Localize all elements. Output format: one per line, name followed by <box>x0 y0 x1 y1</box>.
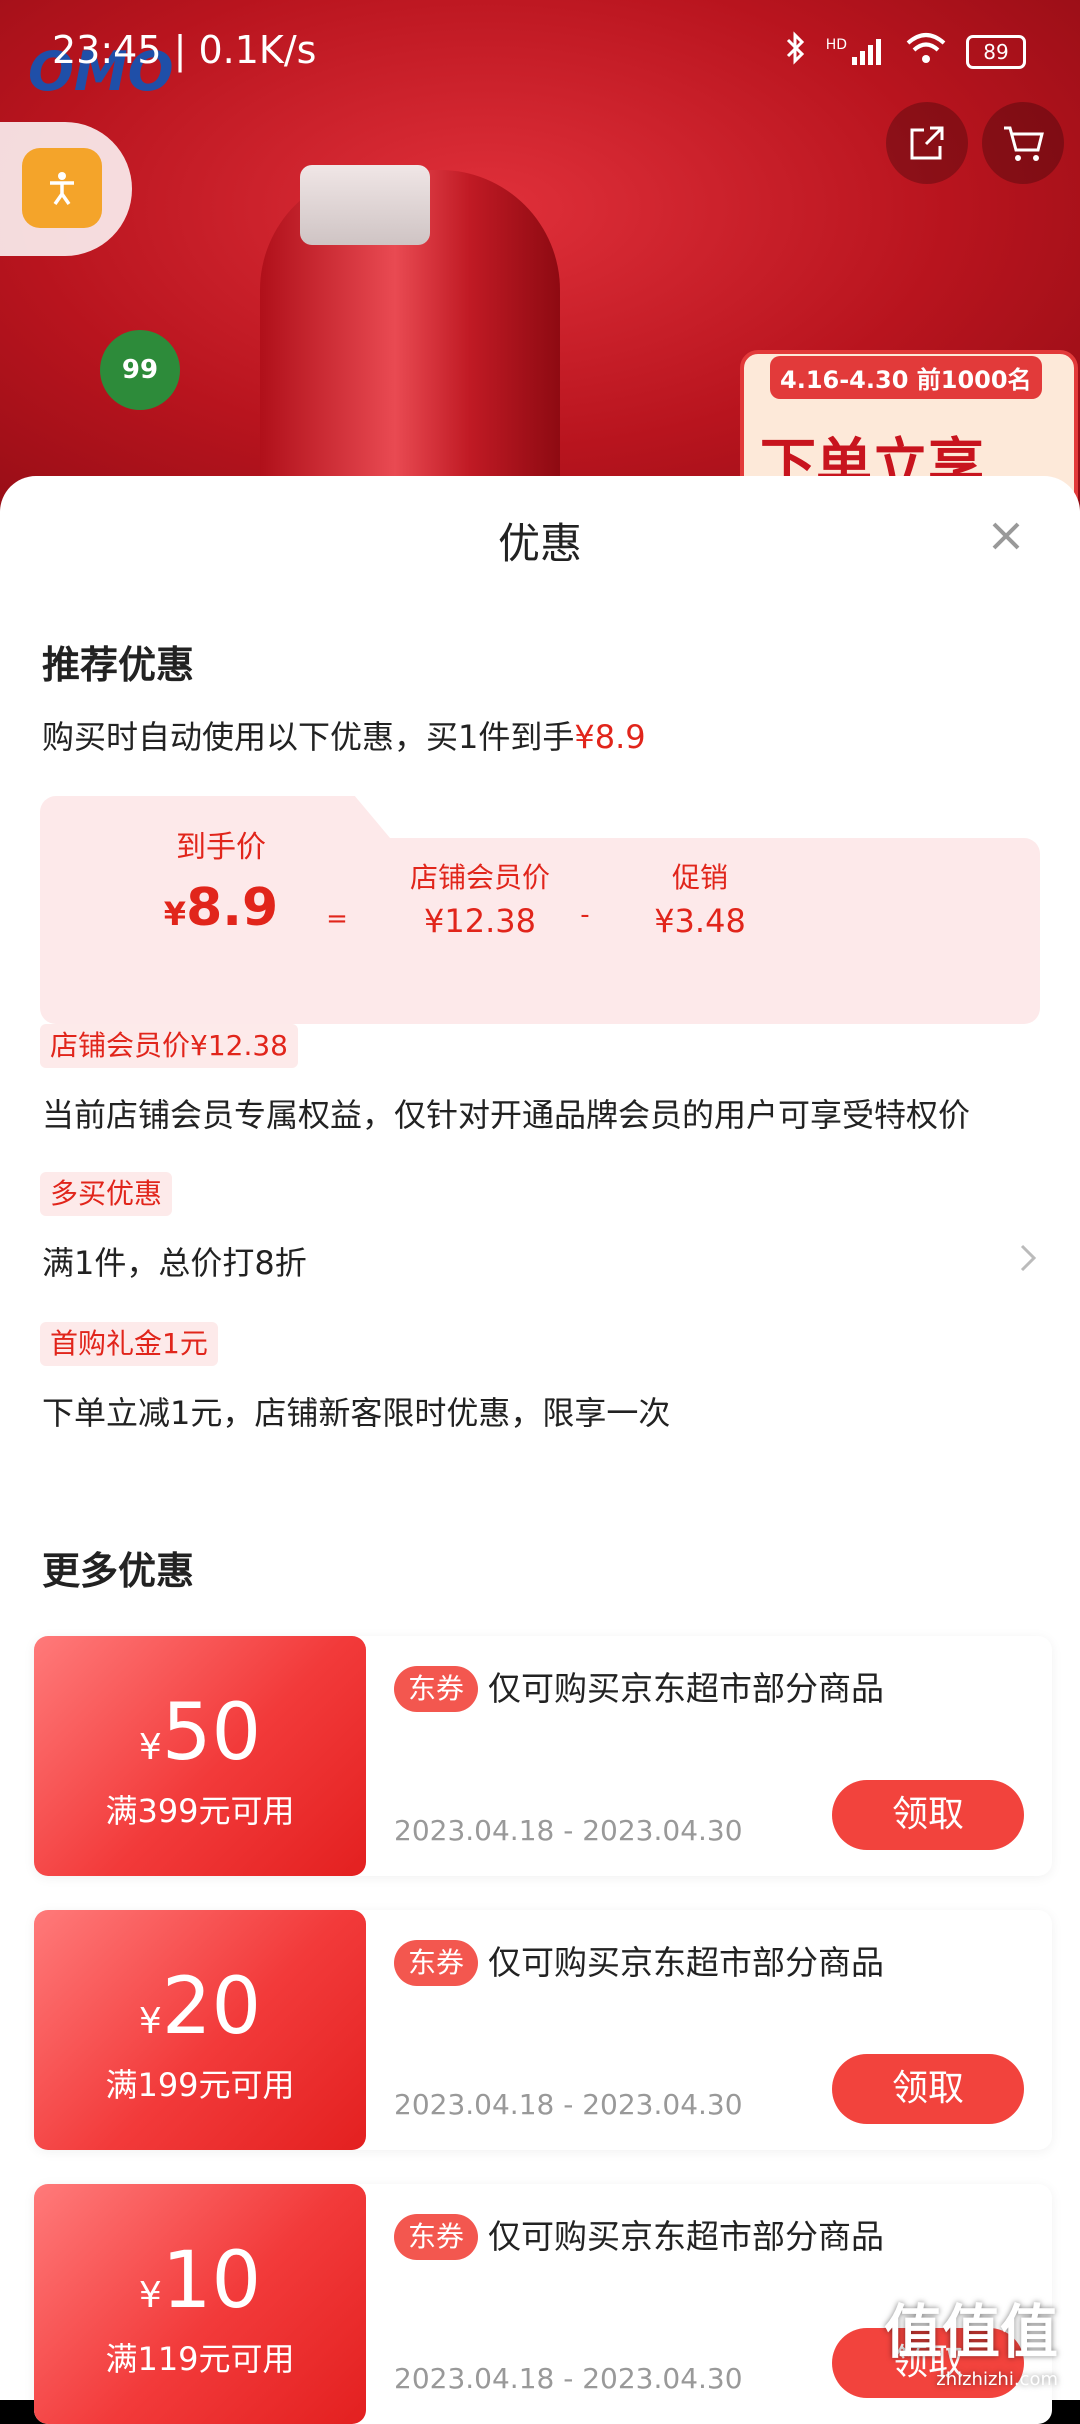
claim-button[interactable]: 领取 <box>832 1780 1024 1850</box>
coupon-condition: 满199元可用 <box>105 2066 295 2104</box>
chevron-right-icon[interactable] <box>1016 1238 1040 1278</box>
discount-sheet: 优惠 推荐优惠 购买时自动使用以下优惠，买1件到手¥8.9 到手价 ¥8.9 =… <box>0 476 1080 2424</box>
final-price-label: 到手价 <box>176 830 266 865</box>
promo-dates: 4.16-4.30 前1000名 <box>770 356 1042 399</box>
signal-icon: HD <box>826 37 886 67</box>
coupon-badge: 东券 <box>394 2214 479 2260</box>
bluetooth-icon <box>784 30 808 74</box>
coupon-condition: 满119元可用 <box>105 2340 295 2378</box>
member-price-value: ¥12.38 <box>424 902 536 940</box>
leaf-badge: 99 <box>100 330 180 410</box>
coupon-card: ¥50 满399元可用 东券 仅可购买京东超市部分商品 2023.04.18 -… <box>34 1636 1052 1876</box>
coupon-badge: 东券 <box>394 1940 479 1986</box>
benefit-text[interactable]: 满1件，总价打8折 <box>42 1238 307 1284</box>
coupon-value-panel: ¥10 满119元可用 <box>34 2184 366 2424</box>
benefit-tag: 首购礼金1元 <box>40 1322 218 1366</box>
coupon-description: 仅可购买京东超市部分商品 <box>488 1669 884 1708</box>
close-icon[interactable] <box>986 516 1026 556</box>
share-icon <box>910 126 944 160</box>
coupon-date: 2023.04.18 - 2023.04.30 <box>394 2362 743 2395</box>
coupon-amount: ¥10 <box>138 2236 262 2326</box>
benefit-tag: 店铺会员价¥12.38 <box>40 1024 298 1068</box>
recommended-heading: 推荐优惠 <box>42 643 195 687</box>
claim-button[interactable]: 领取 <box>832 2054 1024 2124</box>
coupon-badge: 东券 <box>394 1666 479 1712</box>
sheet-title: 优惠 <box>497 519 582 568</box>
promo-label: 促销 <box>671 861 728 894</box>
price-breakdown-card: 到手价 ¥8.9 = 店铺会员价 ¥12.38 - 促销 ¥3.48 <box>40 796 1040 1024</box>
coupon-date: 2023.04.18 - 2023.04.30 <box>394 2088 743 2121</box>
final-price-value: ¥8.9 <box>163 878 279 938</box>
accessibility-icon <box>22 148 102 228</box>
wifi-icon <box>904 31 948 73</box>
share-button[interactable] <box>886 102 968 184</box>
benefit-text: 下单立减1元，店铺新客限时优惠，限享一次 <box>42 1394 671 1432</box>
benefit-text: 当前店铺会员专属权益，仅针对开通品牌会员的用户可享受特权价 <box>42 1096 971 1134</box>
status-icons: HD 89 <box>784 30 1026 74</box>
cart-icon <box>1004 126 1044 161</box>
status-bar: 23:45 | 0.1K/s HD 89 <box>0 0 1080 104</box>
coupon-date: 2023.04.18 - 2023.04.30 <box>394 1814 743 1847</box>
coupon-value-panel: ¥20 满199元可用 <box>34 1910 366 2150</box>
accessibility-button[interactable] <box>0 122 132 256</box>
coupon-description: 仅可购买京东超市部分商品 <box>488 1943 884 1982</box>
benefit-tag: 多买优惠 <box>40 1172 173 1216</box>
coupon-description: 仅可购买京东超市部分商品 <box>488 2217 884 2256</box>
more-discounts-heading: 更多优惠 <box>42 1549 195 1593</box>
coupon-value-panel: ¥50 满399元可用 <box>34 1636 366 1876</box>
coupon-amount: ¥20 <box>138 1962 262 2052</box>
bottle-cap <box>300 165 430 245</box>
site-watermark: 值值值 zhizhizhi.com <box>883 2298 1058 2390</box>
member-price-label: 店铺会员价 <box>409 861 550 894</box>
battery-indicator: 89 <box>966 35 1026 69</box>
equals-sign: = <box>326 904 348 934</box>
coupon-amount: ¥50 <box>138 1688 262 1778</box>
promo-value: ¥3.48 <box>654 902 746 940</box>
minus-sign: - <box>580 900 590 930</box>
recommended-summary: 购买时自动使用以下优惠，买1件到手¥8.9 <box>42 718 646 756</box>
coupon-card: ¥20 满199元可用 东券 仅可购买京东超市部分商品 2023.04.18 -… <box>34 1910 1052 2150</box>
status-time: 23:45 | 0.1K/s <box>52 28 317 72</box>
coupon-condition: 满399元可用 <box>105 1792 295 1830</box>
cart-button[interactable] <box>982 102 1064 184</box>
